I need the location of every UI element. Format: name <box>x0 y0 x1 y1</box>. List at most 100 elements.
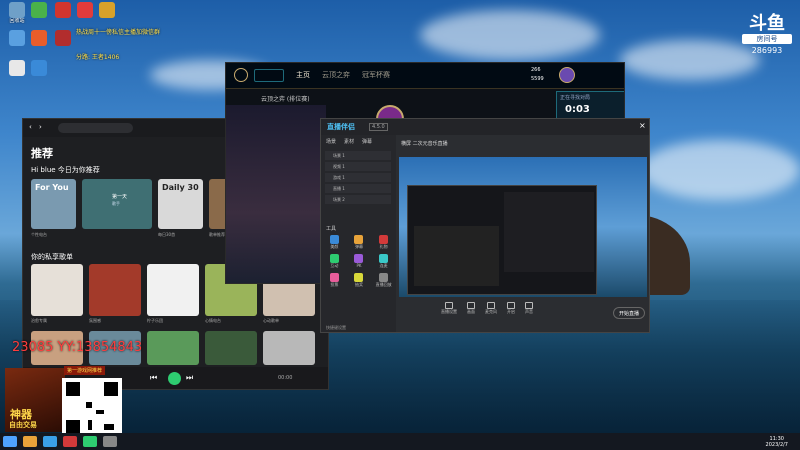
desktop-app-icon[interactable] <box>28 60 50 76</box>
game-tab[interactable]: 主页 <box>296 70 310 80</box>
greeting: Hi blue 今日为你推荐 <box>31 166 100 174</box>
tool-button[interactable]: 连麦 <box>373 254 394 269</box>
obs-sidebar: 场景 素材 弹幕 场景 1 视频 1 游戏 1 直播 1 场景 2 工具 美颜 弹幕 礼物 互动 P… <box>321 135 396 332</box>
playlist-caption: 氛围感 <box>89 318 101 323</box>
control-label: 开启 <box>507 309 515 314</box>
tool-button[interactable]: 直播回放 <box>373 273 394 288</box>
playlist-card[interactable] <box>147 264 199 316</box>
game-tab[interactable]: 云顶之弈 <box>322 70 350 80</box>
control-button[interactable]: 开启 <box>507 302 515 315</box>
qr-code <box>62 378 122 438</box>
game-scene <box>226 105 326 283</box>
control-icon <box>507 302 515 309</box>
notice-line-2: 分路: 王者1406 <box>76 54 120 61</box>
playlist-caption: 柠子乐团 <box>147 318 163 323</box>
control-button[interactable]: 声音 <box>525 302 533 315</box>
tool-button[interactable]: 互动 <box>324 254 345 269</box>
tool-label: 互动 <box>330 263 339 268</box>
tool-button[interactable]: PK <box>349 254 370 269</box>
app-icon <box>55 30 71 46</box>
desktop-app-icon[interactable] <box>28 30 50 46</box>
desktop-app-icon[interactable] <box>28 2 50 18</box>
scene-label: 视频 1 <box>333 164 345 169</box>
tool-icon <box>354 273 364 282</box>
playlist-card[interactable] <box>31 264 83 316</box>
app-icon <box>31 30 47 46</box>
scene-item[interactable]: 场景 1 <box>325 151 391 160</box>
app-icon <box>77 2 93 18</box>
tool-label: 连麦 <box>379 263 388 268</box>
game-play-button[interactable] <box>254 69 284 82</box>
taskbar-app-icon[interactable] <box>63 436 77 447</box>
desktop-app-icon[interactable] <box>6 60 28 76</box>
clock[interactable]: 11:30 2023/2/7 <box>766 436 788 448</box>
scene-label: 场景 2 <box>333 197 345 202</box>
game-ad-banner[interactable]: 神器 自由交易 <box>5 368 65 432</box>
live-streaming-app-window[interactable]: 直播伴侣 4.5.0 × 场景 素材 弹幕 场景 1 视频 1 游戏 1 直播 1 场景 2… <box>320 118 650 333</box>
tool-button[interactable]: 弹幕 <box>349 235 370 250</box>
taskbar-app-icon[interactable] <box>103 436 117 447</box>
clock-date: 2023/2/7 <box>765 441 788 448</box>
playlist-card[interactable] <box>205 331 257 365</box>
desktop-app-icon[interactable]: 回收站 <box>6 2 28 24</box>
scene-item[interactable]: 场景 2 <box>325 195 391 204</box>
tool-button[interactable]: 抽奖 <box>349 273 370 288</box>
control-button[interactable]: 麦克风 <box>485 302 497 315</box>
taskbar-app-icon[interactable] <box>43 436 57 447</box>
tool-icon <box>379 254 389 263</box>
desktop-app-icon[interactable] <box>74 2 96 18</box>
prev-icon[interactable]: ⏮ <box>150 373 157 383</box>
app-version: 4.5.0 <box>369 123 388 131</box>
forward-icon[interactable]: › <box>39 123 42 131</box>
tool-button[interactable]: 美颜 <box>324 235 345 250</box>
search-input[interactable] <box>58 123 133 133</box>
app-icon <box>9 30 25 46</box>
taskbar-app-icon[interactable] <box>23 436 37 447</box>
desktop-app-icon[interactable] <box>52 30 74 46</box>
playlist-card[interactable] <box>263 331 315 365</box>
stat-2: 5599 <box>531 76 544 82</box>
tool-icon <box>329 235 339 244</box>
stat-1: 266 <box>531 67 541 73</box>
scene-item[interactable]: 游戏 1 <box>325 173 391 182</box>
app-icon <box>31 60 47 76</box>
card-caption: 歌单推荐 <box>209 232 225 237</box>
start-live-button[interactable]: 开始直播 <box>613 307 645 319</box>
scene-label: 直播 1 <box>333 186 345 191</box>
tool-label: 直播回放 <box>375 282 392 287</box>
game-tab[interactable]: 冠军杯赛 <box>362 70 390 80</box>
desktop-app-icon[interactable] <box>6 30 28 46</box>
scene-item[interactable]: 视频 1 <box>325 162 391 171</box>
control-button[interactable]: 画面 <box>467 302 475 315</box>
close-icon[interactable]: × <box>639 121 646 130</box>
playlist-card[interactable] <box>147 331 199 365</box>
profile-avatar[interactable] <box>559 67 575 83</box>
recommend-card[interactable]: For You <box>31 179 76 229</box>
desktop-app-icon[interactable] <box>96 2 118 18</box>
playlist-caption: 心情电台 <box>205 318 221 323</box>
tool-button[interactable]: 投票 <box>324 273 345 288</box>
tool-button[interactable]: 礼物 <box>373 235 394 250</box>
scene-item[interactable]: 直播 1 <box>325 184 391 193</box>
notice-line-1: 热战周十一傍私信主播加微信群 <box>76 29 161 36</box>
obs-tab[interactable]: 素材 <box>344 138 354 145</box>
app-icon <box>9 2 25 18</box>
taskbar-app-icon[interactable] <box>83 436 97 447</box>
room-number: 286993 <box>751 46 783 55</box>
playlist-card[interactable] <box>89 264 141 316</box>
obs-tab[interactable]: 场景 <box>326 138 336 145</box>
obs-tab[interactable]: 弹幕 <box>362 138 372 145</box>
start-icon[interactable] <box>3 436 17 447</box>
recommend-card[interactable]: 第一天 歌手 <box>82 179 152 229</box>
next-icon[interactable]: ⏭ <box>186 373 193 383</box>
control-button[interactable]: 直播设置 <box>441 302 457 315</box>
recommend-card[interactable]: Daily 30 <box>158 179 203 229</box>
cloud <box>420 10 600 60</box>
play-button[interactable] <box>168 372 181 385</box>
tool-icon <box>354 254 364 263</box>
back-icon[interactable]: ‹ <box>29 123 32 131</box>
queue-label: 正在寻找对局 <box>560 95 591 101</box>
mode-subtitle: 云顶之弈 (排位赛) <box>261 96 310 103</box>
desktop-app-icon[interactable] <box>52 2 74 18</box>
control-icon <box>487 302 495 309</box>
